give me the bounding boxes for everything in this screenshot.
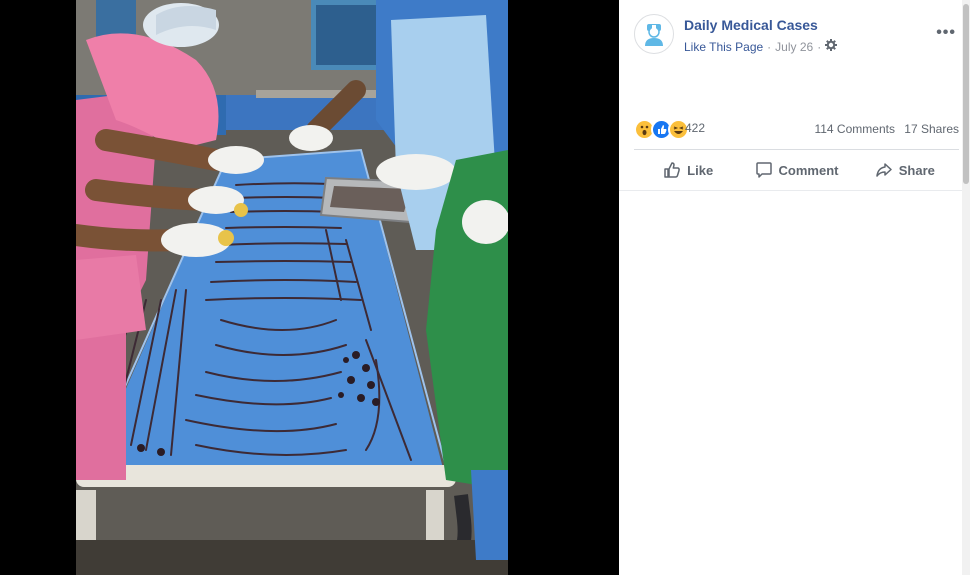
- meta-separator-2: ·: [817, 39, 822, 54]
- reaction-count[interactable]: 422: [685, 121, 705, 135]
- post-meta: Like This Page · July 26 ·: [684, 39, 838, 54]
- share-button[interactable]: Share: [851, 152, 959, 188]
- doctor-avatar-icon: [636, 16, 672, 52]
- post-date[interactable]: July 26: [775, 40, 813, 54]
- scrollbar-thumb[interactable]: [963, 4, 969, 184]
- actions-divider: [634, 149, 959, 150]
- thumb-up-icon: [664, 162, 681, 178]
- share-arrow-icon: [876, 163, 892, 177]
- comment-label: Comment: [778, 162, 839, 178]
- panel-divider: [619, 190, 970, 191]
- like-page-link[interactable]: Like This Page: [684, 40, 763, 54]
- meta-separator: ·: [767, 39, 772, 54]
- ellipsis-icon[interactable]: •••: [936, 24, 956, 42]
- panel-scrollbar[interactable]: [962, 0, 970, 575]
- comment-bubble-icon: [755, 162, 772, 178]
- engagement-counts: 114 Comments 17 Shares: [808, 122, 959, 136]
- post-actions: Like Comment Share: [634, 152, 959, 188]
- like-button[interactable]: Like: [634, 152, 742, 188]
- page-name-link[interactable]: Daily Medical Cases: [684, 17, 818, 33]
- post-photo[interactable]: [76, 0, 508, 575]
- page-avatar[interactable]: [634, 14, 674, 54]
- comments-count[interactable]: 114 Comments: [814, 122, 894, 136]
- shares-count[interactable]: 17 Shares: [904, 122, 959, 136]
- reactions-bar: 422 114 Comments 17 Shares: [634, 118, 959, 140]
- comment-button[interactable]: Comment: [742, 152, 850, 188]
- gear-icon[interactable]: [825, 39, 838, 54]
- reaction-icons[interactable]: [634, 119, 689, 140]
- post-header: Daily Medical Cases Like This Page · Jul…: [634, 14, 964, 58]
- like-label: Like: [687, 162, 714, 178]
- post-panel: Daily Medical Cases Like This Page · Jul…: [619, 0, 970, 575]
- photo-viewer: [0, 0, 619, 575]
- share-label: Share: [898, 162, 935, 178]
